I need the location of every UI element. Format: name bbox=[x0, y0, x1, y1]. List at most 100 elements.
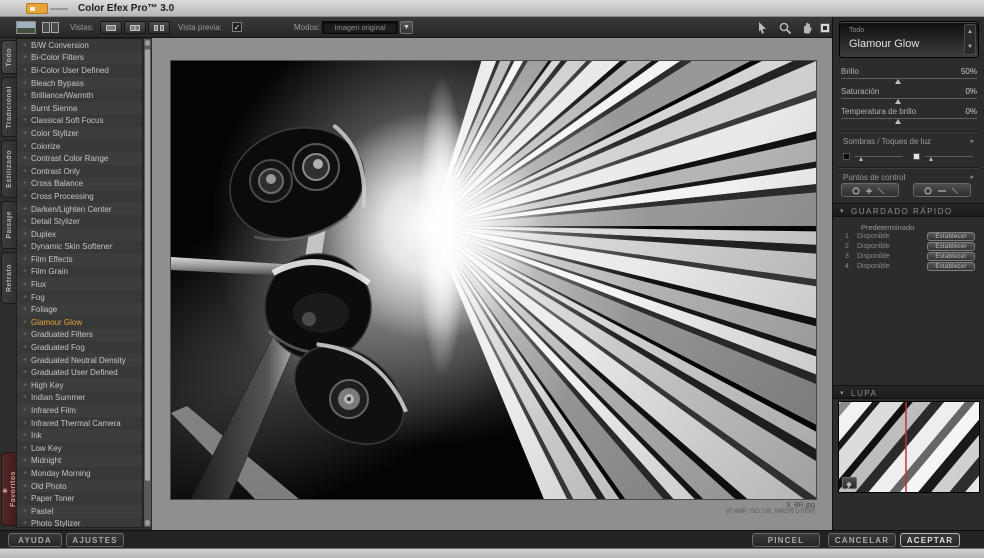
slider-handle[interactable] bbox=[895, 119, 901, 124]
sombras-slider[interactable] bbox=[843, 151, 905, 163]
filter-name: Glamour Glow bbox=[31, 318, 82, 327]
filter-item-detail-stylizer[interactable]: +Detail Stylizer bbox=[17, 215, 142, 228]
filter-item-burnt-sienna[interactable]: +Burnt Sienna bbox=[17, 102, 142, 115]
tab-favoritos[interactable]: ★Favoritos bbox=[1, 452, 16, 526]
filter-item-indian-summer[interactable]: +Indian Summer bbox=[17, 392, 142, 405]
filter-item-film-effects[interactable]: +Film Effects bbox=[17, 253, 142, 266]
scroll-up-button[interactable] bbox=[145, 40, 150, 46]
tab-todo[interactable]: Todo bbox=[1, 40, 16, 74]
filter-item-graduated-neutral-density[interactable]: +Graduated Neutral Density bbox=[17, 354, 142, 367]
slider-saturaci-n[interactable]: Saturación0% bbox=[841, 85, 977, 105]
filter-item-cross-balance[interactable]: +Cross Balance bbox=[17, 178, 142, 191]
lupa-preview[interactable] bbox=[838, 401, 980, 493]
filter-item-b-w-conversion[interactable]: +B/W Conversion bbox=[17, 39, 142, 52]
filter-name: Film Effects bbox=[31, 255, 73, 264]
filter-item-graduated-fog[interactable]: +Graduated Fog bbox=[17, 341, 142, 354]
tab-tradicional[interactable]: Tradicional bbox=[1, 77, 16, 137]
filter-item-film-grain[interactable]: +Film Grain bbox=[17, 266, 142, 279]
slider-track[interactable] bbox=[841, 98, 977, 99]
puntos-expand-icon[interactable]: ▸ bbox=[970, 173, 974, 181]
filter-item-fog[interactable]: +Fog bbox=[17, 291, 142, 304]
filter-item-graduated-filters[interactable]: +Graduated Filters bbox=[17, 329, 142, 342]
filter-item-duplex[interactable]: +Duplex bbox=[17, 228, 142, 241]
filter-item-cross-processing[interactable]: +Cross Processing bbox=[17, 190, 142, 203]
image-thumbnail-icon[interactable] bbox=[16, 21, 36, 34]
photo-preview[interactable] bbox=[170, 60, 817, 500]
filter-item-dynamic-skin-softener[interactable]: +Dynamic Skin Softener bbox=[17, 241, 142, 254]
filter-item-flux[interactable]: +Flux bbox=[17, 278, 142, 291]
ayuda-button[interactable]: AYUDA bbox=[8, 533, 62, 547]
side-by-side-view-button[interactable] bbox=[148, 21, 170, 34]
slot-set-button[interactable]: Establecer bbox=[927, 232, 975, 241]
single-view-button[interactable] bbox=[100, 21, 122, 34]
modos-dropdown-arrow-icon[interactable]: ▼ bbox=[400, 21, 413, 34]
filter-bullet-icon: + bbox=[23, 520, 31, 527]
filter-item-brilliance-warmth[interactable]: +Brilliance/Warmth bbox=[17, 89, 142, 102]
guardado-collapse-icon[interactable]: ▾ bbox=[840, 207, 844, 215]
filter-item-color-stylizer[interactable]: +Color Stylizer bbox=[17, 127, 142, 140]
filter-item-darken-lighten-center[interactable]: +Darken/Lighten Center bbox=[17, 203, 142, 216]
filter-item-infrared-thermal-camera[interactable]: +Infrared Thermal Camera bbox=[17, 417, 142, 430]
pincel-button[interactable]: PINCEL bbox=[752, 533, 820, 547]
filter-item-contrast-only[interactable]: +Contrast Only bbox=[17, 165, 142, 178]
filter-item-graduated-user-defined[interactable]: +Graduated User Defined bbox=[17, 366, 142, 379]
filter-item-old-photo[interactable]: +Old Photo bbox=[17, 480, 142, 493]
sombras-expand-icon[interactable]: ▸ bbox=[970, 137, 974, 145]
scroll-down-button[interactable] bbox=[145, 520, 150, 526]
filter-item-paper-toner[interactable]: +Paper Toner bbox=[17, 492, 142, 505]
filter-item-ink[interactable]: +Ink bbox=[17, 429, 142, 442]
sombras-section-label: Sombras / Toques de luz bbox=[843, 137, 931, 146]
select-cursor-icon[interactable] bbox=[756, 21, 770, 35]
filter-item-bi-color-user-defined[interactable]: +Bi-Color User Defined bbox=[17, 64, 142, 77]
filter-item-midnight[interactable]: +Midnight bbox=[17, 455, 142, 468]
vista-previa-checkbox[interactable]: ✓ bbox=[232, 22, 242, 32]
slider-brillo[interactable]: Brillo50% bbox=[841, 65, 977, 85]
tab-estilizado[interactable]: Estilizado bbox=[1, 140, 16, 198]
tab-paisaje[interactable]: Paisaje bbox=[1, 201, 16, 249]
next-filter-button[interactable]: ▼ bbox=[965, 40, 975, 55]
ajustes-button[interactable]: AJUSTES bbox=[66, 533, 124, 547]
slider-handle[interactable] bbox=[895, 79, 901, 84]
slider-track[interactable] bbox=[841, 78, 977, 79]
lupa-collapse-icon[interactable]: ▾ bbox=[840, 389, 844, 397]
filter-item-infrared-film[interactable]: +Infrared Film bbox=[17, 404, 142, 417]
zoom-tool-icon[interactable] bbox=[778, 21, 792, 35]
slot-set-button[interactable]: Establecer bbox=[927, 262, 975, 271]
toques-luz-slider[interactable] bbox=[913, 151, 975, 163]
filter-item-low-key[interactable]: +Low Key bbox=[17, 442, 142, 455]
filter-item-photo-stylizer[interactable]: +Photo Stylizer bbox=[17, 518, 142, 528]
lupa-header[interactable]: ▾ LUPA bbox=[833, 385, 984, 399]
filter-item-monday-morning[interactable]: +Monday Morning bbox=[17, 467, 142, 480]
slider-handle[interactable] bbox=[895, 99, 901, 104]
modos-dropdown[interactable]: Imagen original bbox=[322, 21, 398, 34]
background-color-selector-icon[interactable] bbox=[818, 21, 832, 35]
filter-item-bi-color-filters[interactable]: +Bi-Color Filters bbox=[17, 52, 142, 65]
filter-item-foliage[interactable]: +Foliage bbox=[17, 303, 142, 316]
slider-track[interactable] bbox=[841, 118, 977, 119]
filter-list-scrollbar[interactable] bbox=[143, 38, 152, 528]
filter-item-glamour-glow[interactable]: +Glamour Glow bbox=[17, 316, 142, 329]
filter-item-classical-soft-focus[interactable]: +Classical Soft Focus bbox=[17, 115, 142, 128]
scrollbar-thumb[interactable] bbox=[145, 49, 150, 481]
filter-name: Graduated Filters bbox=[31, 330, 93, 339]
add-control-point-button[interactable] bbox=[841, 183, 899, 197]
filter-item-pastel[interactable]: +Pastel bbox=[17, 505, 142, 518]
aceptar-button[interactable]: ACEPTAR bbox=[900, 533, 960, 547]
guardado-rapido-header[interactable]: ▾ GUARDADO RÁPIDO bbox=[833, 203, 984, 217]
slider-temperatura-de-brillo[interactable]: Temperatura de brillo0% bbox=[841, 105, 977, 125]
subtract-control-point-button[interactable] bbox=[913, 183, 971, 197]
split-view-button[interactable] bbox=[124, 21, 146, 34]
filter-item-bleach-bypass[interactable]: +Bleach Bypass bbox=[17, 77, 142, 90]
pan-hand-icon[interactable] bbox=[800, 21, 814, 35]
tab-retrato[interactable]: Retrato bbox=[1, 252, 16, 304]
compare-view-icon[interactable] bbox=[42, 22, 60, 33]
filter-item-contrast-color-range[interactable]: +Contrast Color Range bbox=[17, 152, 142, 165]
previous-filter-button[interactable]: ▲ bbox=[965, 25, 975, 40]
filter-item-high-key[interactable]: +High Key bbox=[17, 379, 142, 392]
filter-item-colorize[interactable]: +Colorize bbox=[17, 140, 142, 153]
lupa-pin-button[interactable] bbox=[842, 477, 857, 489]
slot-set-button[interactable]: Establecer bbox=[927, 242, 975, 251]
filter-bullet-icon: + bbox=[23, 42, 31, 49]
cancelar-button[interactable]: CANCELAR bbox=[828, 533, 896, 547]
slot-set-button[interactable]: Establecer bbox=[927, 252, 975, 261]
